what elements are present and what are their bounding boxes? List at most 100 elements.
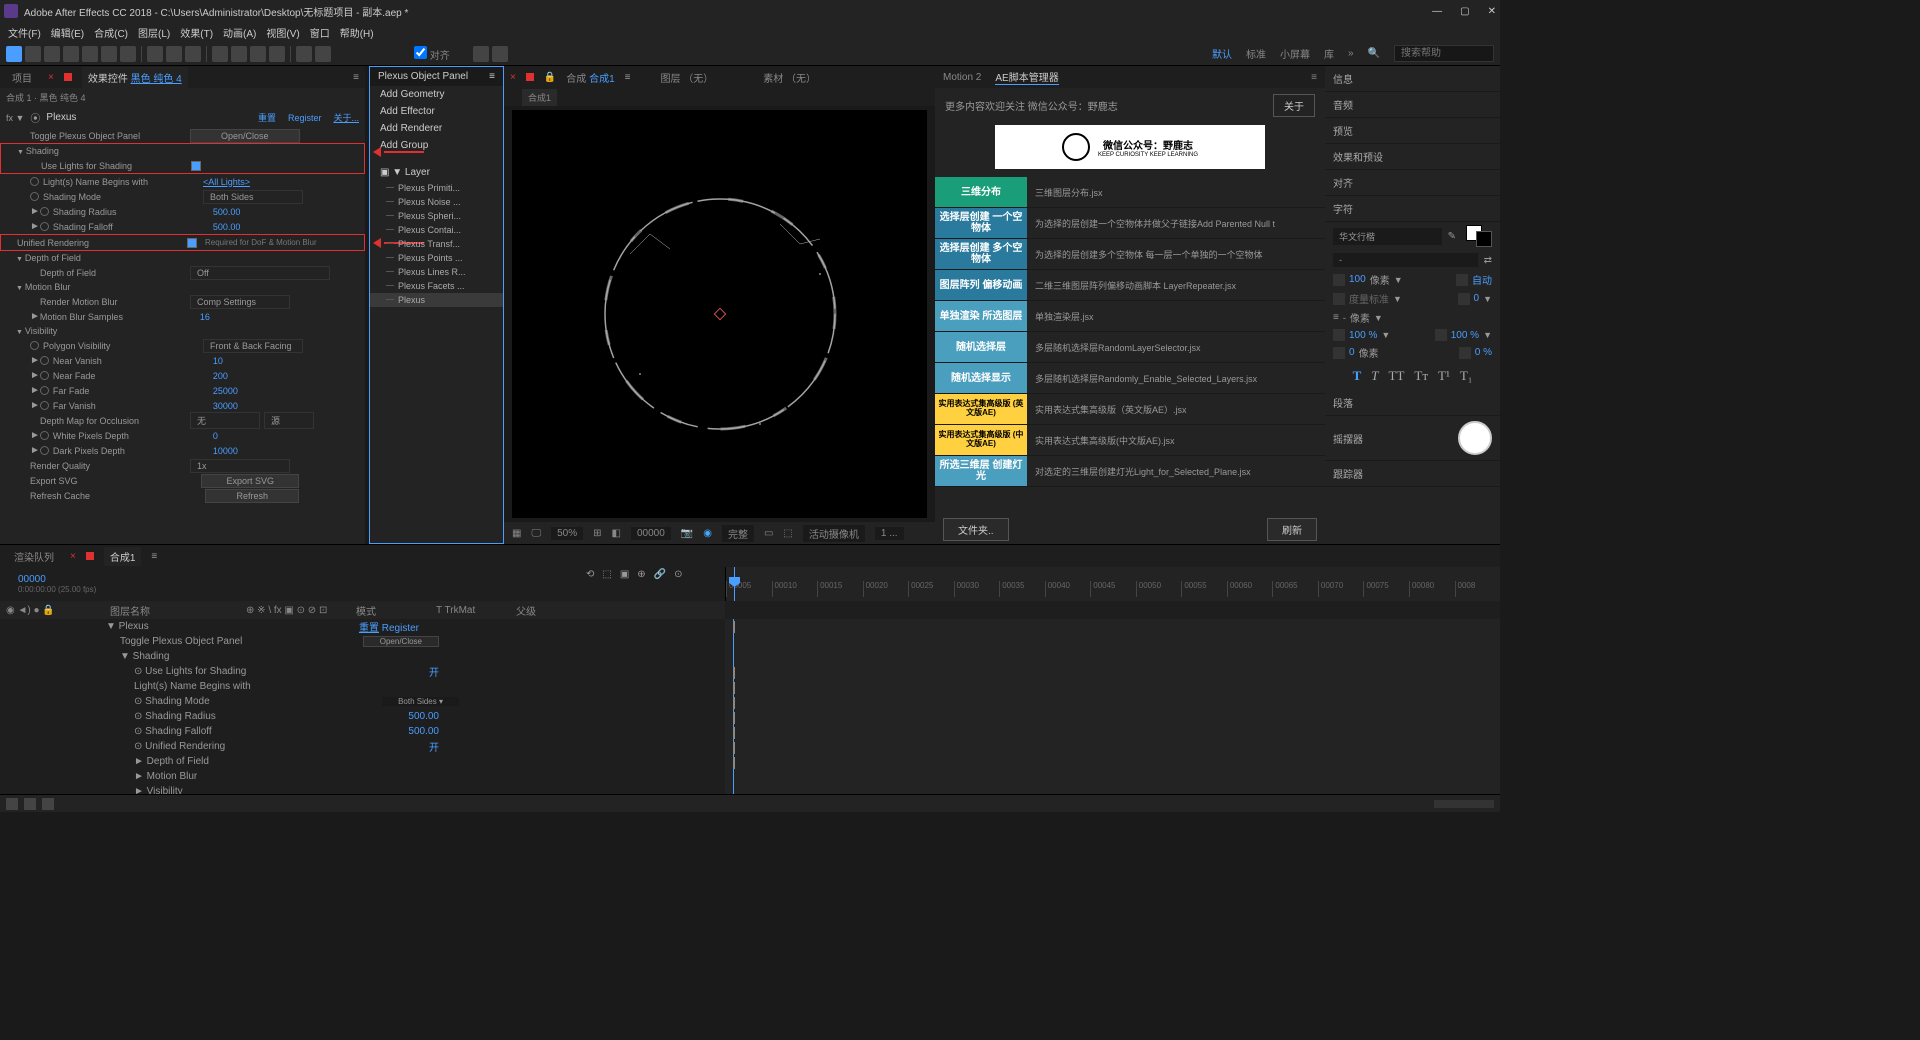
menu-view[interactable]: 视图(V) [262, 23, 303, 42]
color-swatch[interactable] [1466, 225, 1492, 247]
menu-file[interactable]: 文件(F) [4, 23, 45, 42]
timeline-prop-row[interactable]: ▼ Plexus重置 Register [0, 619, 725, 634]
script-row[interactable]: 三维分布三维图层分布.jsx [935, 177, 1325, 208]
effects-panel[interactable]: 效果和预设 [1325, 144, 1500, 170]
far-vanish-val[interactable]: 30000 [213, 401, 238, 411]
shading-radius-val[interactable]: 500.00 [213, 207, 241, 217]
rect-tool[interactable] [147, 46, 163, 62]
near-fade-val[interactable]: 200 [213, 371, 228, 381]
menu-help[interactable]: 帮助(H) [336, 23, 378, 42]
menu-edit[interactable]: 编辑(E) [47, 23, 88, 42]
lights-val[interactable]: <All Lights> [203, 177, 250, 187]
motion2-tab[interactable]: Motion 2 [943, 72, 981, 83]
tl-icon[interactable]: ⊙ [674, 569, 682, 580]
allcaps-button[interactable]: TT [1386, 366, 1408, 386]
timeline-track[interactable] [725, 619, 1500, 794]
mb-section[interactable]: Motion Blur [0, 280, 365, 294]
orbit-tool[interactable] [63, 46, 79, 62]
poly-vis-select[interactable]: Front & Back Facing [203, 339, 303, 353]
lock-icon[interactable]: 🔒 [544, 72, 556, 83]
timeline-prop-row[interactable]: Light(s) Name Begins with [0, 679, 725, 694]
stopwatch-icon[interactable] [40, 222, 49, 231]
playhead[interactable] [734, 567, 735, 601]
script-row[interactable]: 单独渲染 所选图层单独渲染层.jsx [935, 301, 1325, 332]
canvas[interactable] [512, 110, 927, 518]
wand-tool[interactable] [315, 46, 331, 62]
text-tool[interactable] [185, 46, 201, 62]
menu-anim[interactable]: 动画(A) [219, 23, 260, 42]
timeline-prop-row[interactable]: ⊙ Use Lights for Shading开 [0, 664, 725, 679]
stopwatch-icon[interactable] [40, 431, 49, 440]
hand-tool[interactable] [25, 46, 41, 62]
char-panel[interactable]: 字符 [1325, 196, 1500, 222]
camera-select[interactable]: 活动摄像机 [803, 525, 865, 542]
fx-tab[interactable]: 效果控件 黑色 纯色 4 [82, 67, 188, 88]
zoom-tool[interactable] [44, 46, 60, 62]
italic-button[interactable]: T [1368, 366, 1381, 386]
snap-checkbox[interactable] [414, 46, 427, 59]
hscale-val[interactable]: 100 % [1451, 330, 1479, 341]
superscript-button[interactable]: T¹ [1435, 366, 1453, 386]
project-tab[interactable]: 项目 [6, 67, 38, 88]
depth-map-src-select[interactable]: 源 [264, 412, 314, 429]
zoom-select[interactable]: 50% [551, 527, 583, 540]
grid-icon[interactable]: ▦ [512, 528, 521, 539]
subscript-button[interactable]: T₁ [1457, 366, 1475, 386]
res-icon[interactable]: ⊞ [593, 528, 601, 539]
close-button[interactable]: ✕ [1488, 6, 1496, 17]
script-row[interactable]: 随机选择显示多层随机选择层Randomly_Enable_Selected_La… [935, 363, 1325, 394]
shading-mode-select[interactable]: Both Sides [203, 190, 303, 204]
puppet-tool[interactable] [296, 46, 312, 62]
layer-tab[interactable]: 图层 （无） [660, 70, 713, 85]
plexus-item[interactable]: Plexus Lines R... [370, 265, 503, 279]
preview-panel[interactable]: 预览 [1325, 118, 1500, 144]
refresh-button[interactable]: Refresh [205, 489, 299, 503]
comp-tab[interactable]: 合成1 [104, 547, 142, 566]
script-row[interactable]: 图层阵列 偏移动画二维三维图层阵列偏移动画脚本 LayerRepeater.js… [935, 270, 1325, 301]
monitor-icon[interactable]: 🖵 [531, 528, 541, 539]
stopwatch-icon[interactable] [30, 177, 39, 186]
font-size[interactable]: 100 [1349, 274, 1366, 285]
color-icon[interactable]: ◉ [703, 528, 712, 539]
plexus-item[interactable]: Plexus Noise ... [370, 195, 503, 209]
timeline-prop-row[interactable]: ► Visibility [0, 784, 725, 794]
snap-opt1[interactable] [473, 46, 489, 62]
vis-section[interactable]: Visibility [0, 324, 365, 338]
register-link[interactable]: Register [288, 113, 322, 123]
info-panel[interactable]: 信息 [1325, 66, 1500, 92]
unified-checkbox[interactable] [187, 238, 197, 248]
render-q-select[interactable]: 1x [190, 459, 290, 473]
white-px-val[interactable]: 0 [213, 431, 218, 441]
search-input[interactable] [1394, 45, 1494, 62]
channel-icon[interactable]: ◧ [612, 528, 621, 539]
tracker-panel[interactable]: 跟踪器 [1325, 461, 1500, 487]
view-icon[interactable]: ▭ [764, 528, 773, 539]
about-button[interactable]: 关于 [1273, 94, 1315, 117]
script-row[interactable]: 选择层创建 多个空物体为选择的层创建多个空物体 每一层一个单独的一个空物体 [935, 239, 1325, 270]
dof-section[interactable]: Depth of Field [0, 251, 365, 265]
timeline-prop-row[interactable]: ▼ Shading [0, 649, 725, 664]
timeline-prop-row[interactable]: ⊙ Unified Rendering开 [0, 739, 725, 754]
dark-px-val[interactable]: 10000 [213, 446, 238, 456]
script-mgr-tab[interactable]: AE脚本管理器 [995, 69, 1058, 85]
stopwatch-icon[interactable] [30, 341, 39, 350]
script-row[interactable]: 实用表达式集高级版 (英文版AE)实用表达式集高级版（英文版AE）.jsx [935, 394, 1325, 425]
maximize-button[interactable]: ▢ [1460, 6, 1469, 17]
timeline-prop-row[interactable]: ⊙ Shading Radius500.00 [0, 709, 725, 724]
stopwatch-icon[interactable] [40, 401, 49, 410]
render-queue-tab[interactable]: 渲染队列 [8, 547, 60, 566]
nested-comp[interactable]: 合成1 [522, 89, 557, 106]
mask-icon[interactable]: ⬚ [783, 528, 792, 539]
timeline-prop-row[interactable]: ⊙ Shading Falloff500.00 [0, 724, 725, 739]
workspace-more[interactable]: » [1348, 48, 1354, 59]
stopwatch-icon[interactable] [30, 192, 39, 201]
about-link[interactable]: 关于... [333, 111, 359, 124]
selection-tool[interactable] [6, 46, 22, 62]
shading-falloff-val[interactable]: 500.00 [213, 222, 241, 232]
leading-val[interactable]: 自动 [1472, 272, 1492, 287]
add-effector[interactable]: Add Effector [370, 103, 503, 120]
style-select[interactable]: - [1333, 253, 1478, 267]
workspace-default[interactable]: 默认 [1212, 46, 1232, 61]
toggle-modes-icon[interactable] [24, 798, 36, 810]
align-panel[interactable]: 对齐 [1325, 170, 1500, 196]
